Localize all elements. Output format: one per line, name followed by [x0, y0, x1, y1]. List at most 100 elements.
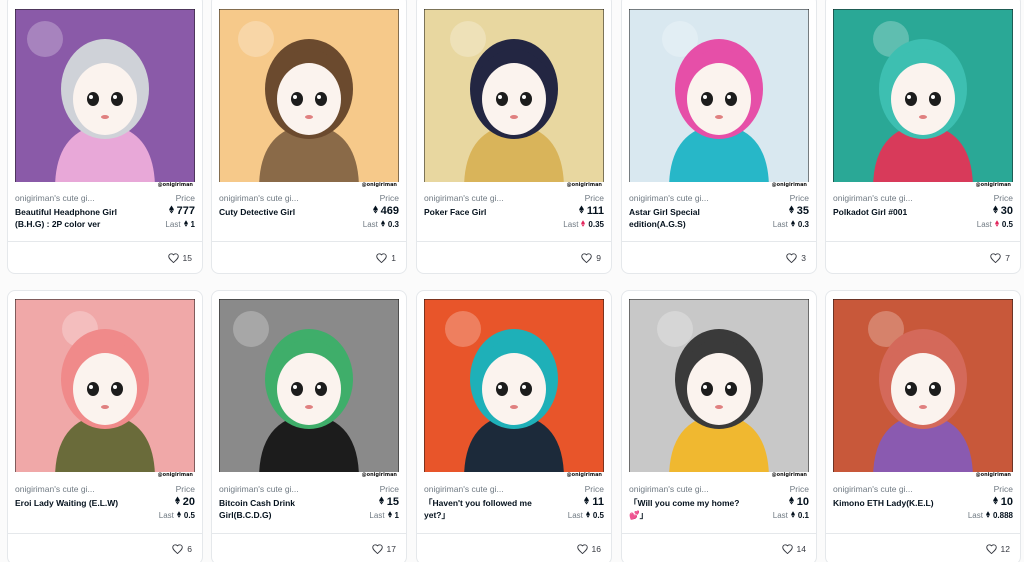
favorite-button[interactable]: 15: [167, 253, 192, 263]
nft-title[interactable]: Bitcoin Cash Drink Girl(B.C.D.G): [219, 497, 337, 521]
collection-name[interactable]: onigiriman's cute gi...: [219, 484, 329, 494]
nft-artwork[interactable]: @onigiriman: [833, 9, 1013, 189]
last-label: Last: [563, 220, 579, 229]
last-label: Last: [976, 220, 992, 229]
nft-artwork[interactable]: @onigiriman: [219, 299, 399, 479]
heart-icon: [376, 253, 387, 263]
nft-card[interactable]: @onigiriman onigiriman's cute gi... Price 「…: [416, 290, 612, 562]
price-value: 10: [992, 496, 1013, 508]
favorite-button[interactable]: 3: [786, 253, 806, 263]
nft-title[interactable]: Poker Face Girl: [424, 206, 542, 218]
card-divider: [826, 533, 1020, 534]
likes-count: 14: [796, 544, 806, 554]
nft-card[interactable]: @onigiriman onigiriman's cute gi... Price E…: [7, 290, 203, 562]
nft-artwork[interactable]: @onigiriman: [424, 299, 604, 479]
nft-artwork[interactable]: @onigiriman: [424, 9, 604, 189]
last-amount: 0.5: [1001, 220, 1013, 229]
card-divider: [8, 533, 202, 534]
favorite-button[interactable]: 9: [581, 253, 601, 263]
price-value: 30: [992, 205, 1013, 217]
price-label: Price: [584, 484, 604, 494]
likes-count: 17: [386, 544, 396, 554]
eth-icon: [985, 511, 990, 520]
collection-name[interactable]: onigiriman's cute gi...: [833, 484, 943, 494]
artist-tag: @onigiriman: [361, 472, 397, 478]
favorite-button[interactable]: 7: [990, 253, 1010, 263]
last-sale: Last 0.888: [968, 511, 1013, 520]
nft-card[interactable]: @onigiriman onigiriman's cute gi... Price C…: [211, 0, 407, 274]
card-divider: [417, 241, 611, 242]
collection-name[interactable]: onigiriman's cute gi...: [219, 193, 329, 203]
nft-artwork[interactable]: @onigiriman: [15, 299, 195, 479]
nft-artwork[interactable]: @onigiriman: [629, 299, 809, 479]
last-amount: 0.888: [992, 511, 1013, 520]
last-label: Last: [362, 220, 378, 229]
price-value: 10: [788, 496, 809, 508]
card-divider: [622, 533, 816, 534]
likes-count: 7: [1005, 253, 1010, 263]
price-amount: 20: [182, 496, 195, 508]
likes-count: 15: [182, 253, 192, 263]
price-label: Price: [993, 484, 1013, 494]
nft-card[interactable]: @onigiriman onigiriman's cute gi... Price B…: [7, 0, 203, 274]
eth-icon: [380, 220, 385, 229]
card-divider: [8, 241, 202, 242]
nft-title[interactable]: 「Haven't you followed me yet?」: [424, 497, 542, 521]
likes-count: 1: [391, 253, 396, 263]
eth-icon: [387, 511, 392, 520]
eth-icon: [790, 511, 795, 520]
likes-count: 3: [801, 253, 806, 263]
collection-name[interactable]: onigiriman's cute gi...: [15, 484, 125, 494]
nft-card[interactable]: @onigiriman onigiriman's cute gi... Price A…: [621, 0, 817, 274]
likes-count: 12: [1000, 544, 1010, 554]
nft-artwork[interactable]: @onigiriman: [15, 9, 195, 189]
nft-artwork[interactable]: @onigiriman: [833, 299, 1013, 479]
artist-tag: @onigiriman: [566, 472, 602, 478]
collection-name[interactable]: onigiriman's cute gi...: [424, 193, 534, 203]
eth-icon: [788, 205, 794, 217]
nft-artwork[interactable]: @onigiriman: [629, 9, 809, 189]
collection-name[interactable]: onigiriman's cute gi...: [833, 193, 943, 203]
nft-card[interactable]: @onigiriman onigiriman's cute gi... Price B…: [211, 290, 407, 562]
nft-title[interactable]: Polkadot Girl #001: [833, 206, 951, 218]
favorite-button[interactable]: 17: [371, 544, 396, 554]
eth-icon: [176, 511, 181, 520]
last-amount: 0.35: [588, 220, 604, 229]
collection-name[interactable]: onigiriman's cute gi...: [424, 484, 534, 494]
collection-name[interactable]: onigiriman's cute gi...: [15, 193, 125, 203]
nft-title[interactable]: Eroi Lady Waiting (E.L.W): [15, 497, 133, 509]
nft-title[interactable]: Kimono ETH Lady(K.E.L): [833, 497, 951, 509]
price-amount: 777: [176, 205, 195, 217]
nft-card[interactable]: @onigiriman onigiriman's cute gi... Price P…: [825, 0, 1021, 274]
heart-icon: [576, 544, 588, 554]
collection-name[interactable]: onigiriman's cute gi...: [629, 193, 739, 203]
nft-card[interactable]: @onigiriman onigiriman's cute gi... Price 「…: [621, 290, 817, 562]
nft-title[interactable]: Beautiful Headphone Girl (B.H.G) : 2P co…: [15, 206, 133, 230]
nft-artwork[interactable]: @onigiriman: [219, 9, 399, 189]
eth-icon: [992, 496, 998, 508]
last-sale: Last 0.1: [773, 511, 809, 520]
nft-title[interactable]: Astar Girl Special edition(A.G.S): [629, 206, 747, 230]
favorite-button[interactable]: 6: [172, 544, 192, 554]
nft-title[interactable]: Cuty Detective Girl: [219, 206, 337, 218]
price-label: Price: [379, 484, 399, 494]
artist-tag: @onigiriman: [361, 182, 397, 188]
eth-icon: [378, 496, 384, 508]
heart-icon: [371, 544, 383, 554]
nft-card[interactable]: @onigiriman onigiriman's cute gi... Price K…: [825, 290, 1021, 562]
heart-icon: [581, 253, 592, 263]
favorite-button[interactable]: 14: [781, 544, 806, 554]
collection-name[interactable]: onigiriman's cute gi...: [629, 484, 739, 494]
favorite-button[interactable]: 16: [576, 544, 601, 554]
price-value: 111: [578, 205, 604, 217]
artist-tag: @onigiriman: [566, 182, 602, 188]
price-amount: 30: [1000, 205, 1013, 217]
favorite-button[interactable]: 1: [376, 253, 396, 263]
favorite-button[interactable]: 12: [985, 544, 1010, 554]
heart-icon: [167, 253, 179, 263]
card-divider: [826, 241, 1020, 242]
last-sale: Last 0.5: [568, 511, 604, 520]
nft-title[interactable]: 「Will you come my home?💕」: [629, 497, 747, 521]
nft-card[interactable]: @onigiriman onigiriman's cute gi... Price P…: [416, 0, 612, 274]
last-label: Last: [165, 220, 181, 229]
